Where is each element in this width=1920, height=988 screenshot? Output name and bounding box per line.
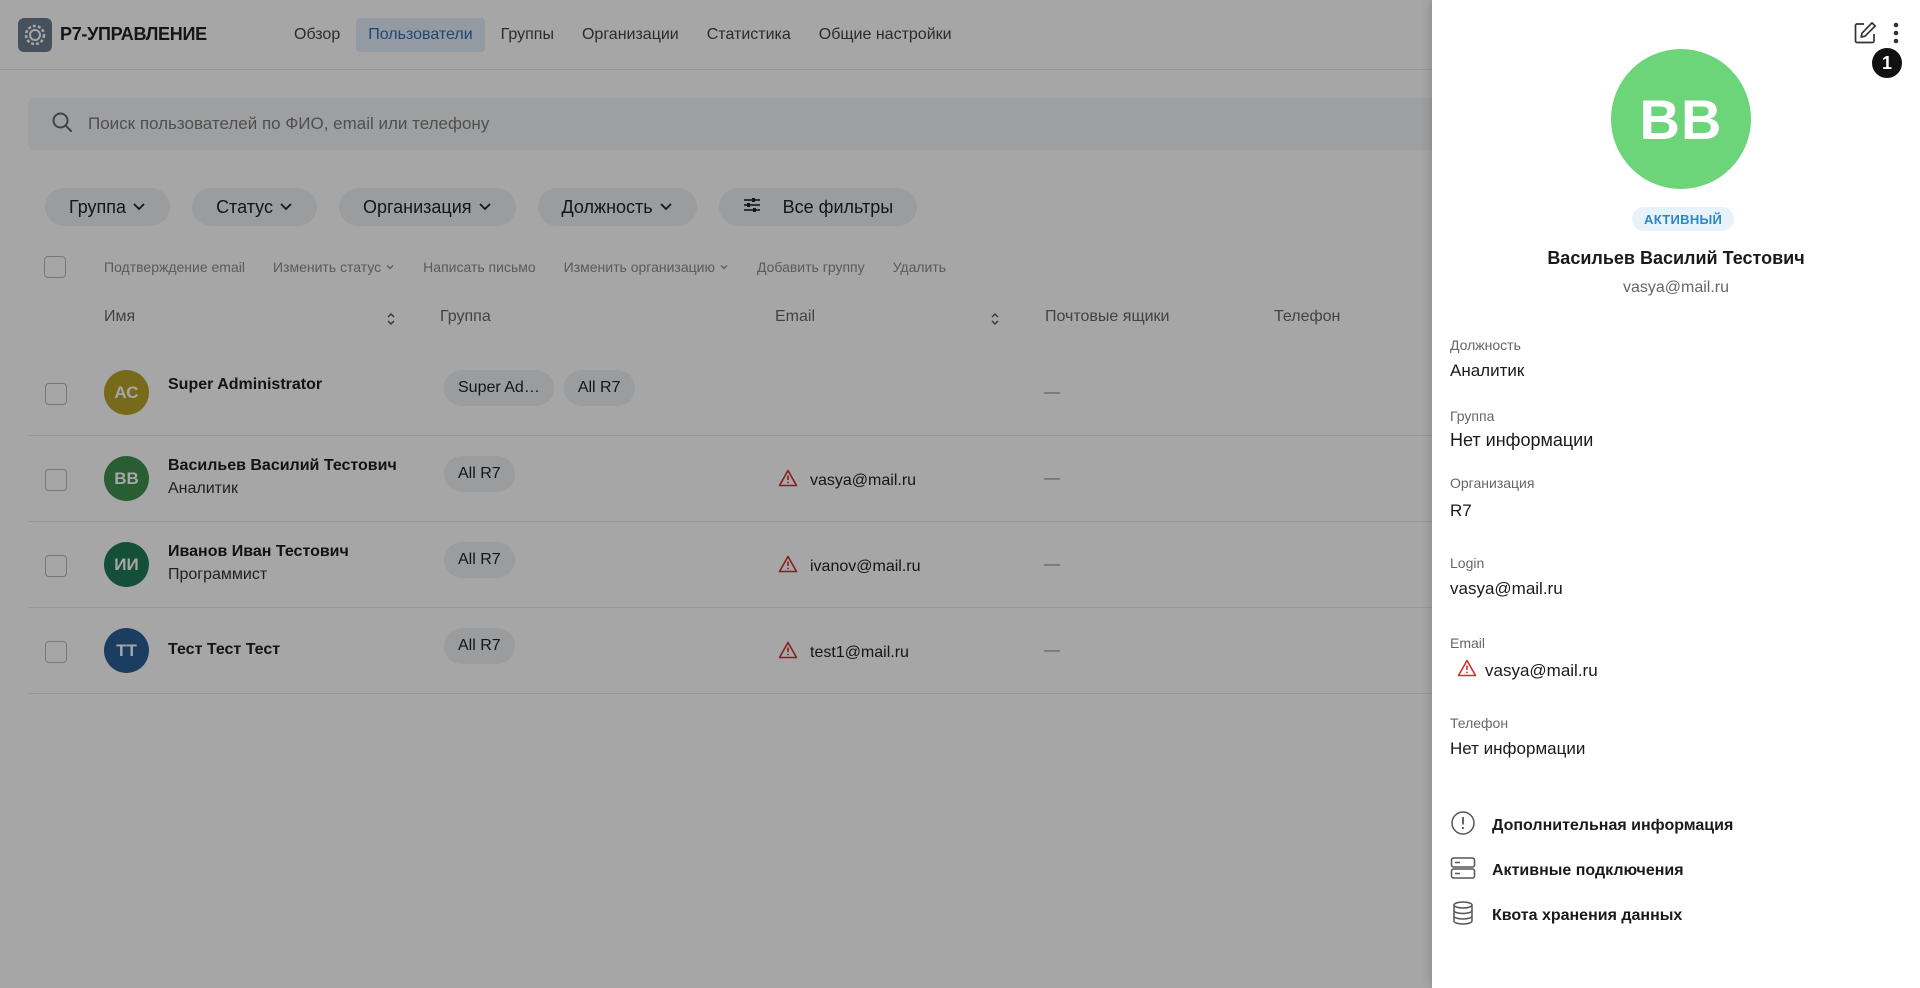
storage-quota-label: Квота хранения данных	[1492, 906, 1683, 924]
modal-overlay[interactable]	[0, 0, 1432, 988]
user-full-name: Васильев Василий Тестович	[1547, 248, 1805, 268]
field-label: Организация	[1450, 475, 1535, 491]
user-detail-panel: 1 ВВ АКТИВНЫЙ Васильев Василий Тестович …	[1432, 0, 1920, 988]
server-icon	[1450, 855, 1476, 886]
field-label: Телефон	[1450, 715, 1509, 731]
field-value: Нет информации	[1450, 739, 1586, 758]
field-value: vasya@mail.ru	[1450, 579, 1563, 598]
field-label: Группа	[1450, 408, 1495, 424]
database-icon	[1450, 900, 1476, 931]
field-login: Login vasya@mail.ru	[1450, 555, 1563, 599]
field-position: Должность Аналитик	[1450, 337, 1524, 381]
field-phone: Телефон Нет информации	[1450, 715, 1585, 759]
info-circle-icon	[1450, 810, 1476, 841]
more-vertical-icon[interactable]	[1892, 21, 1900, 50]
field-value: Аналитик	[1450, 361, 1525, 380]
field-value-row: vasya@mail.ru	[1450, 659, 1598, 682]
extra-info-link[interactable]: Дополнительная информация	[1450, 810, 1733, 841]
active-connections-link[interactable]: Активные подключения	[1450, 855, 1684, 886]
field-label: Должность	[1450, 337, 1521, 353]
edit-icon[interactable]	[1852, 20, 1878, 51]
user-avatar-large: ВВ	[1611, 49, 1751, 189]
field-value: Нет информации	[1450, 430, 1594, 450]
field-value: R7	[1450, 501, 1472, 520]
storage-quota-link[interactable]: Квота хранения данных	[1450, 900, 1682, 931]
field-email: Email vasya@mail.ru	[1450, 635, 1598, 682]
active-connections-label: Активные подключения	[1492, 861, 1684, 879]
field-label: Email	[1450, 635, 1486, 651]
extra-info-label: Дополнительная информация	[1492, 816, 1734, 834]
field-value: vasya@mail.ru	[1485, 660, 1598, 680]
step-badge: 1	[1870, 46, 1904, 80]
warning-icon	[1457, 659, 1477, 682]
field-organization: Организация R7	[1450, 475, 1534, 521]
status-badge: АКТИВНЫЙ	[1632, 207, 1735, 231]
field-label: Login	[1450, 555, 1485, 571]
field-group: Группа Нет информации	[1450, 408, 1593, 451]
user-email: vasya@mail.ru	[1622, 279, 1730, 296]
